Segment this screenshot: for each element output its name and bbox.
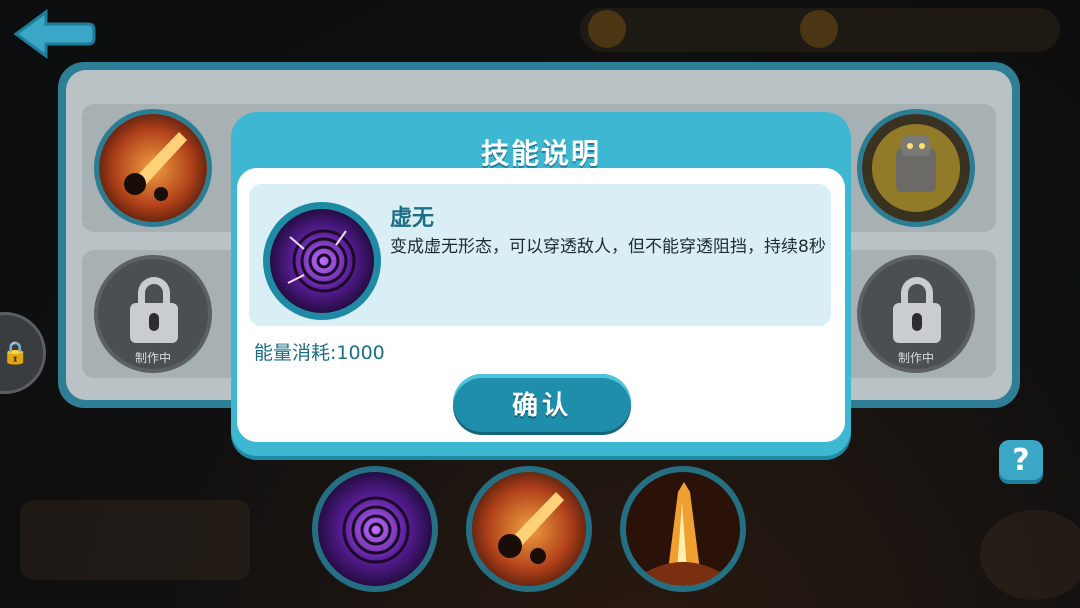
equipped-slot-2[interactable]	[466, 466, 592, 592]
meteor-icon	[99, 114, 207, 222]
void-vortex-icon	[270, 209, 374, 313]
back-button[interactable]	[10, 6, 96, 62]
skill-description: 变成虚无形态，可以穿透敌人，但不能穿透阻挡，持续8秒	[390, 237, 826, 257]
locked-slot-label: 制作中	[134, 351, 171, 365]
locked-skill-slot[interactable]: 制作中	[94, 255, 212, 373]
coin-icon	[588, 10, 626, 48]
dim-bottom-left-panel	[20, 500, 250, 580]
dialog-body: 虚无 变成虚无形态，可以穿透敌人，但不能穿透阻挡，持续8秒 能量消耗:1000 …	[237, 168, 845, 442]
skill-icon-frame	[263, 202, 381, 320]
dialog-title: 技能说明	[480, 137, 601, 170]
help-button[interactable]: ?	[999, 440, 1043, 484]
back-arrow-icon	[13, 9, 96, 59]
void-vortex-icon	[318, 472, 432, 586]
skill-info-dialog: 技能说明 虚无 变成虚无形态，可以穿透敌人，但不能穿透阻挡，持续8秒 能量消耗:…	[231, 112, 851, 456]
keyhole	[912, 313, 922, 331]
meteor-skill-slot[interactable]	[94, 109, 212, 227]
skill-name: 虚无	[390, 206, 435, 231]
confirm-button[interactable]: 确认	[453, 374, 631, 432]
equipped-slot-3[interactable]	[620, 466, 746, 592]
golem-skill-slot[interactable]	[857, 109, 975, 227]
gem-icon	[800, 10, 838, 48]
locked-skill-slot[interactable]: 制作中	[857, 255, 975, 373]
dim-bottom-right-button	[980, 510, 1080, 600]
golem-icon	[862, 114, 970, 222]
skill-card: 虚无 变成虚无形态，可以穿透敌人，但不能穿透阻挡，持续8秒	[249, 184, 831, 326]
locked-slot-label: 制作中	[897, 351, 934, 365]
meteor-icon	[472, 472, 586, 586]
keyhole	[149, 313, 159, 331]
equipped-slot-1[interactable]	[312, 466, 438, 592]
fire-pillar-icon	[626, 472, 740, 586]
lock-icon: 🔒	[1, 341, 29, 366]
energy-cost: 能量消耗:1000	[254, 342, 385, 364]
